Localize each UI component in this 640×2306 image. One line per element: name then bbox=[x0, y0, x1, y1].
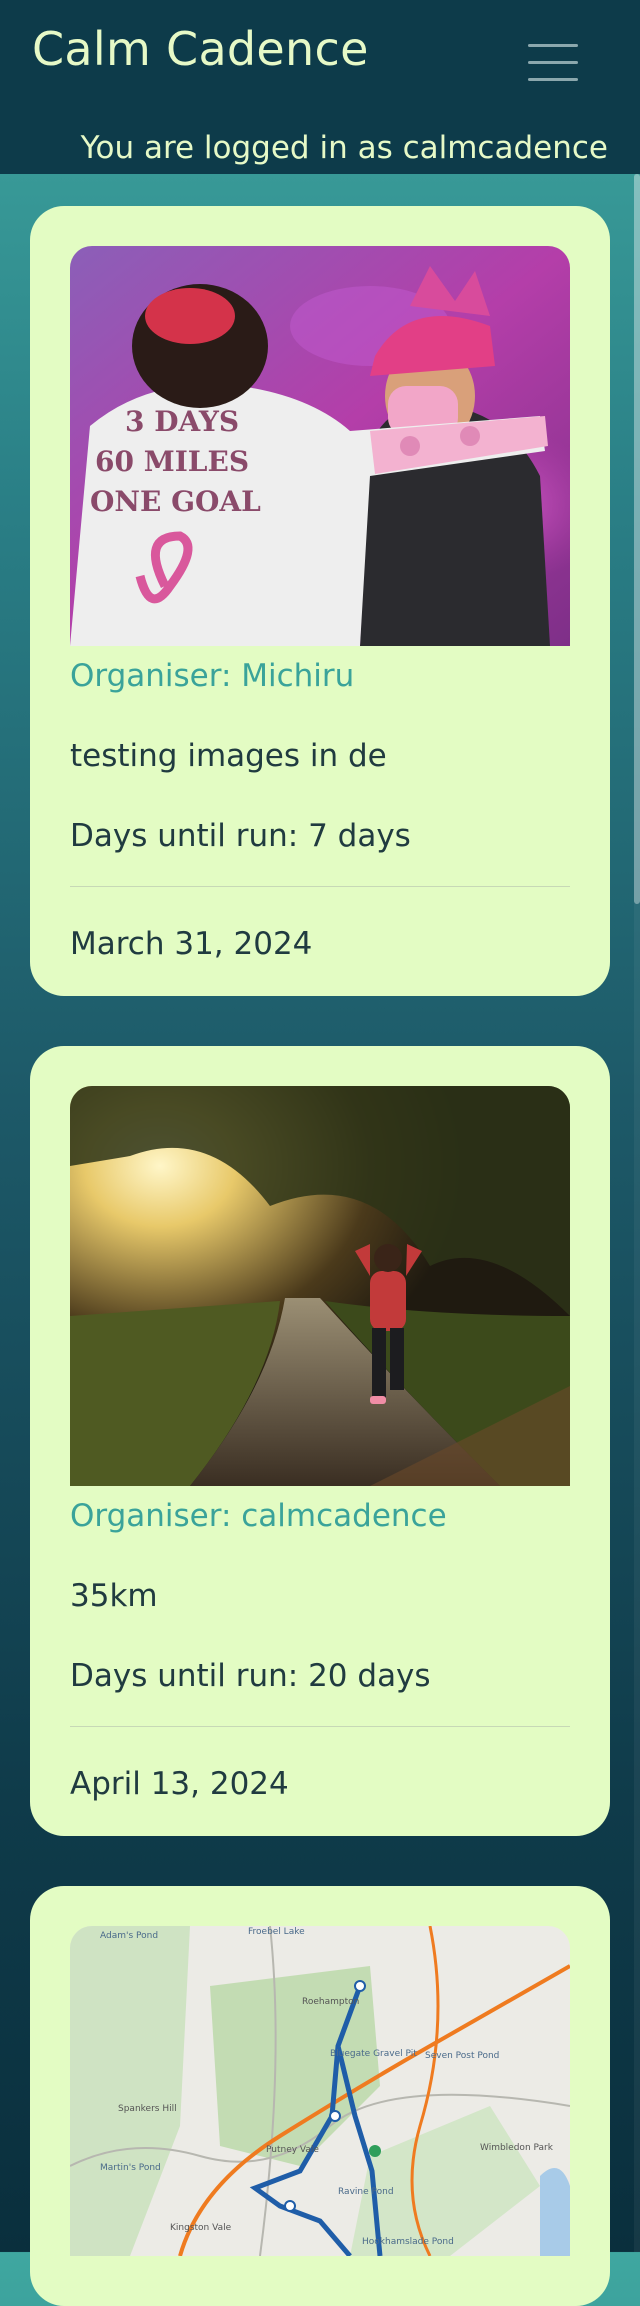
run-date: April 13, 2024 bbox=[70, 1766, 289, 1802]
svg-text:Hookhamslade Pond: Hookhamslade Pond bbox=[362, 2237, 454, 2247]
svg-text:Froebel Lake: Froebel Lake bbox=[248, 1927, 305, 1937]
svg-text:Putney Vale: Putney Vale bbox=[266, 2145, 319, 2155]
divider bbox=[70, 886, 570, 887]
login-status-text: You are logged in as calmcadence bbox=[80, 130, 608, 166]
svg-text:Martin's Pond: Martin's Pond bbox=[100, 2163, 161, 2173]
hamburger-menu-icon[interactable] bbox=[528, 42, 578, 82]
svg-text:Bluegate Gravel Pit: Bluegate Gravel Pit bbox=[330, 2049, 417, 2059]
top-navbar: Calm Cadence You are logged in as calmca… bbox=[0, 0, 640, 174]
run-image bbox=[70, 1086, 570, 1486]
organiser-label[interactable]: Organiser: Michiru bbox=[70, 658, 354, 694]
run-description: 35km bbox=[70, 1578, 158, 1614]
svg-text:Kingston Vale: Kingston Vale bbox=[170, 2223, 232, 2233]
organiser-label[interactable]: Organiser: calmcadence bbox=[70, 1498, 447, 1534]
run-card[interactable]: 3 DAYS 60 MILES ONE GOAL Organiser: Mich… bbox=[30, 206, 610, 996]
run-description: testing images in de bbox=[70, 738, 387, 774]
svg-text:Seven Post Pond: Seven Post Pond bbox=[425, 2051, 499, 2061]
scrollbar-thumb[interactable] bbox=[634, 174, 640, 904]
svg-text:Spankers Hill: Spankers Hill bbox=[118, 2104, 177, 2114]
route-map: Adam's Pond Froebel Lake Roehampton Putn… bbox=[70, 1926, 570, 2256]
run-card[interactable]: Organiser: calmcadence 35km Days until r… bbox=[30, 1046, 610, 1836]
brand-logo-text[interactable]: Calm Cadence bbox=[32, 22, 369, 76]
svg-text:Wimbledon Park: Wimbledon Park bbox=[480, 2143, 554, 2153]
svg-text:Adam's Pond: Adam's Pond bbox=[100, 1931, 158, 1941]
svg-text:60 MILES: 60 MILES bbox=[95, 445, 249, 478]
days-until-run: Days until run: 7 days bbox=[70, 818, 411, 854]
days-until-run: Days until run: 20 days bbox=[70, 1658, 431, 1694]
svg-text:Roehampton: Roehampton bbox=[302, 1997, 359, 2007]
run-card[interactable]: Adam's Pond Froebel Lake Roehampton Putn… bbox=[30, 1886, 610, 2306]
divider bbox=[70, 1726, 570, 1727]
run-date: March 31, 2024 bbox=[70, 926, 313, 962]
svg-text:Ravine Pond: Ravine Pond bbox=[338, 2187, 394, 2197]
svg-text:3 DAYS: 3 DAYS bbox=[125, 405, 239, 438]
run-image: 3 DAYS 60 MILES ONE GOAL bbox=[70, 246, 570, 646]
svg-text:ONE GOAL: ONE GOAL bbox=[90, 485, 261, 518]
